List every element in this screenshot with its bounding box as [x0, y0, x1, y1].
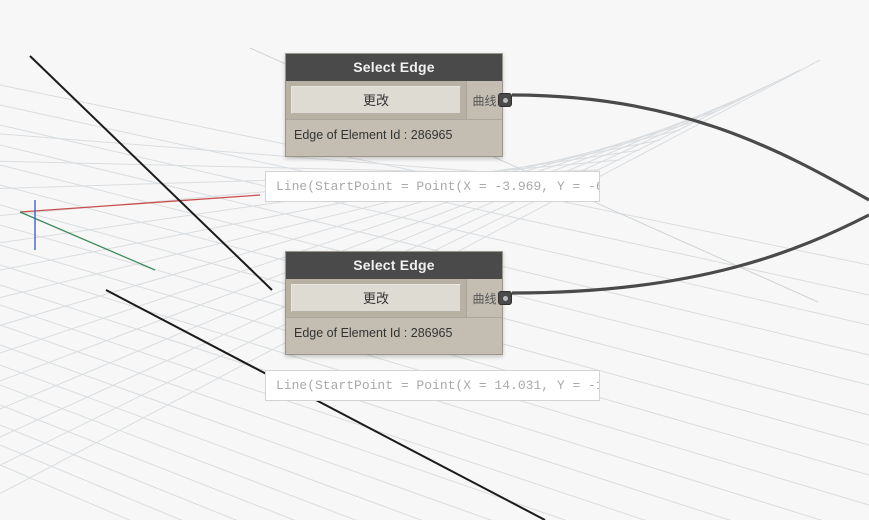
- change-button[interactable]: 更改: [291, 284, 461, 312]
- node-select-edge-2[interactable]: Select Edge 更改 曲线 Edge of Element Id : 2…: [285, 251, 503, 355]
- node-title: Select Edge: [286, 252, 502, 279]
- node-title: Select Edge: [286, 54, 502, 81]
- output-port-curve[interactable]: 曲线: [466, 279, 502, 317]
- graph-canvas[interactable]: Select Edge 更改 曲线 Edge of Element Id : 2…: [0, 0, 869, 520]
- node-description: Edge of Element Id : 286965: [286, 317, 502, 354]
- node-description: Edge of Element Id : 286965: [286, 119, 502, 156]
- value-preview-tooltip-1: Line(StartPoint = Point(X = -3.969, Y = …: [265, 171, 600, 202]
- port-connector-icon[interactable]: [498, 93, 512, 107]
- node-select-edge-1[interactable]: Select Edge 更改 曲线 Edge of Element Id : 2…: [285, 53, 503, 157]
- output-port-curve[interactable]: 曲线: [466, 81, 502, 119]
- change-button[interactable]: 更改: [291, 86, 461, 114]
- value-preview-tooltip-2: Line(StartPoint = Point(X = 14.031, Y = …: [265, 370, 600, 401]
- port-connector-icon[interactable]: [498, 291, 512, 305]
- port-label: 曲线: [472, 290, 496, 307]
- port-label: 曲线: [472, 92, 496, 109]
